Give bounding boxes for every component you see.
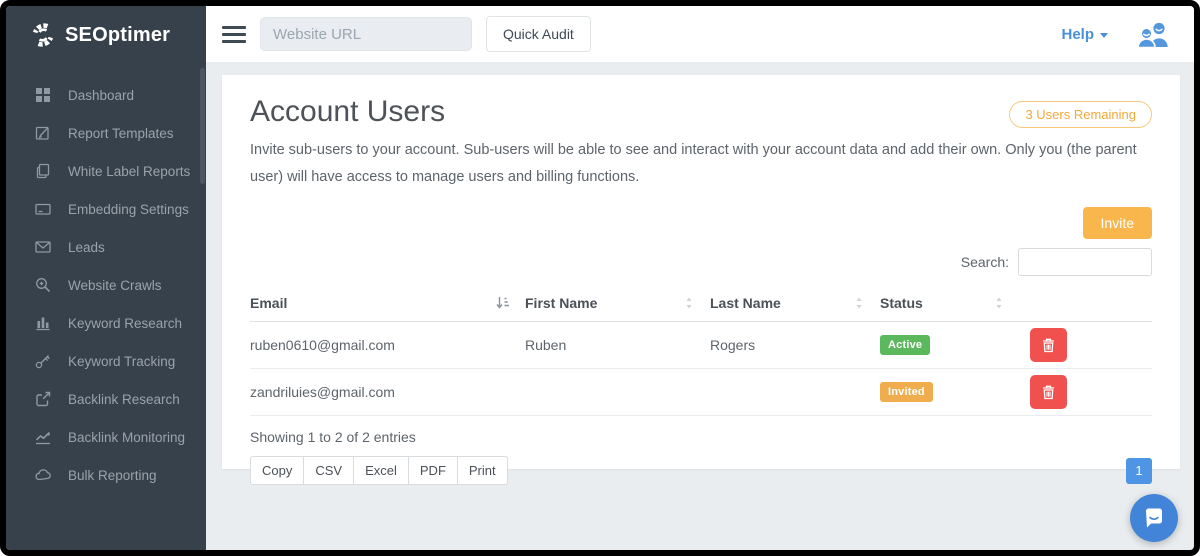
cell-status: Active xyxy=(880,335,1020,355)
sidebar-item-website-crawls[interactable]: Website Crawls xyxy=(6,266,206,304)
sidebar-item-report-templates[interactable]: Report Templates xyxy=(6,114,206,152)
export-button-group: Copy CSV Excel PDF Print xyxy=(250,456,508,485)
brand-name: SEOptimer xyxy=(65,24,170,47)
dashboard-icon xyxy=(35,87,51,103)
users-table: Email First Name xyxy=(250,289,1152,416)
main-area: Quick Audit Help Acc xyxy=(206,6,1194,550)
search-label: Search: xyxy=(961,254,1009,270)
table-row: zandriluies@gmail.com Invited xyxy=(250,369,1152,416)
sidebar-item-label: Keyword Tracking xyxy=(68,354,175,369)
sidebar-item-embedding-settings[interactable]: Embedding Settings xyxy=(6,190,206,228)
chevron-down-icon xyxy=(1100,33,1108,38)
cell-actions xyxy=(1020,375,1152,409)
cell-status: Invited xyxy=(880,382,1020,402)
sidebar-scrollbar[interactable] xyxy=(200,68,205,184)
export-copy-button[interactable]: Copy xyxy=(250,456,304,485)
table-header-row: Email First Name xyxy=(250,289,1152,322)
help-label: Help xyxy=(1061,26,1094,43)
page-description: Invite sub-users to your account. Sub-us… xyxy=(250,137,1152,191)
bulk-reporting-icon xyxy=(35,467,51,483)
sidebar-item-leads[interactable]: Leads xyxy=(6,228,206,266)
page-title: Account Users xyxy=(250,95,445,129)
white-label-reports-icon xyxy=(35,163,51,179)
embedding-settings-icon xyxy=(35,201,51,217)
account-users-card: Account Users 3 Users Remaining Invite s… xyxy=(222,75,1180,469)
sidebar-item-label: Website Crawls xyxy=(68,278,162,293)
column-label: First Name xyxy=(525,295,597,311)
table-summary: Showing 1 to 2 of 2 entries xyxy=(250,429,1152,445)
table-row: ruben0610@gmail.com Ruben Rogers Active xyxy=(250,322,1152,369)
sort-descending-icon xyxy=(496,296,509,310)
sidebar-item-bulk-reporting[interactable]: Bulk Reporting xyxy=(6,456,206,494)
topbar-right: Help xyxy=(1061,21,1170,48)
cell-email: zandriluies@gmail.com xyxy=(250,384,525,400)
export-excel-button[interactable]: Excel xyxy=(353,456,409,485)
brand-logo[interactable]: SEOptimer xyxy=(6,6,206,64)
sidebar-item-label: Bulk Reporting xyxy=(68,468,157,483)
column-label: Status xyxy=(880,295,923,311)
users-remaining-badge: 3 Users Remaining xyxy=(1009,101,1152,128)
sidebar-item-label: White Label Reports xyxy=(68,164,190,179)
column-header-last-name[interactable]: Last Name xyxy=(710,295,880,311)
export-print-button[interactable]: Print xyxy=(457,456,508,485)
keyword-research-icon xyxy=(35,315,51,331)
sidebar: SEOptimer Dashboard Report Templates xyxy=(6,6,206,550)
account-users-icon[interactable] xyxy=(1136,21,1170,48)
sidebar-item-dashboard[interactable]: Dashboard xyxy=(6,76,206,114)
pagination-page-1-button[interactable]: 1 xyxy=(1126,458,1152,484)
column-header-status[interactable]: Status xyxy=(880,295,1020,311)
cell-email: ruben0610@gmail.com xyxy=(250,337,525,353)
hamburger-menu-icon[interactable] xyxy=(222,20,246,49)
trash-icon xyxy=(1041,384,1056,400)
column-label: Email xyxy=(250,295,287,311)
sidebar-item-label: Embedding Settings xyxy=(68,202,189,217)
sidebar-item-label: Dashboard xyxy=(68,88,134,103)
leads-icon xyxy=(35,239,51,255)
export-pdf-button[interactable]: PDF xyxy=(408,456,458,485)
report-templates-icon xyxy=(35,125,51,141)
sort-both-icon xyxy=(994,296,1004,310)
column-header-first-name[interactable]: First Name xyxy=(525,295,710,311)
seoptimer-gear-icon xyxy=(30,22,56,48)
sidebar-nav: Dashboard Report Templates White Label R… xyxy=(6,64,206,494)
sidebar-item-label: Leads xyxy=(68,240,105,255)
backlink-research-icon xyxy=(35,391,51,407)
sidebar-item-label: Report Templates xyxy=(68,126,174,141)
chat-smile-icon xyxy=(1141,505,1167,531)
sidebar-item-backlink-research[interactable]: Backlink Research xyxy=(6,380,206,418)
cell-last-name: Rogers xyxy=(710,337,880,353)
status-badge-invited: Invited xyxy=(880,382,933,402)
sidebar-item-keyword-research[interactable]: Keyword Research xyxy=(6,304,206,342)
cell-actions xyxy=(1020,328,1152,362)
help-dropdown[interactable]: Help xyxy=(1061,26,1108,43)
website-url-input[interactable] xyxy=(260,17,472,51)
app-window: SEOptimer Dashboard Report Templates xyxy=(0,0,1200,556)
column-header-email[interactable]: Email xyxy=(250,295,525,311)
sidebar-item-label: Backlink Monitoring xyxy=(68,430,185,445)
chat-widget-button[interactable] xyxy=(1130,494,1178,542)
quick-audit-button[interactable]: Quick Audit xyxy=(486,16,591,52)
trash-icon xyxy=(1041,337,1056,353)
sidebar-item-label: Keyword Research xyxy=(68,316,182,331)
sort-both-icon xyxy=(684,296,694,310)
sidebar-item-keyword-tracking[interactable]: Keyword Tracking xyxy=(6,342,206,380)
sort-both-icon xyxy=(854,296,864,310)
invite-button[interactable]: Invite xyxy=(1083,207,1152,239)
website-crawls-icon xyxy=(35,277,51,293)
export-csv-button[interactable]: CSV xyxy=(303,456,354,485)
content-area: Account Users 3 Users Remaining Invite s… xyxy=(206,63,1194,550)
delete-user-button[interactable] xyxy=(1030,328,1067,362)
cell-first-name: Ruben xyxy=(525,337,710,353)
sidebar-item-white-label-reports[interactable]: White Label Reports xyxy=(6,152,206,190)
search-input[interactable] xyxy=(1018,248,1152,276)
keyword-tracking-icon xyxy=(35,353,51,369)
sidebar-item-backlink-monitoring[interactable]: Backlink Monitoring xyxy=(6,418,206,456)
sidebar-item-label: Backlink Research xyxy=(68,392,180,407)
status-badge-active: Active xyxy=(880,335,930,355)
backlink-monitoring-icon xyxy=(35,429,51,445)
column-label: Last Name xyxy=(710,295,781,311)
delete-user-button[interactable] xyxy=(1030,375,1067,409)
topbar: Quick Audit Help xyxy=(206,6,1194,63)
